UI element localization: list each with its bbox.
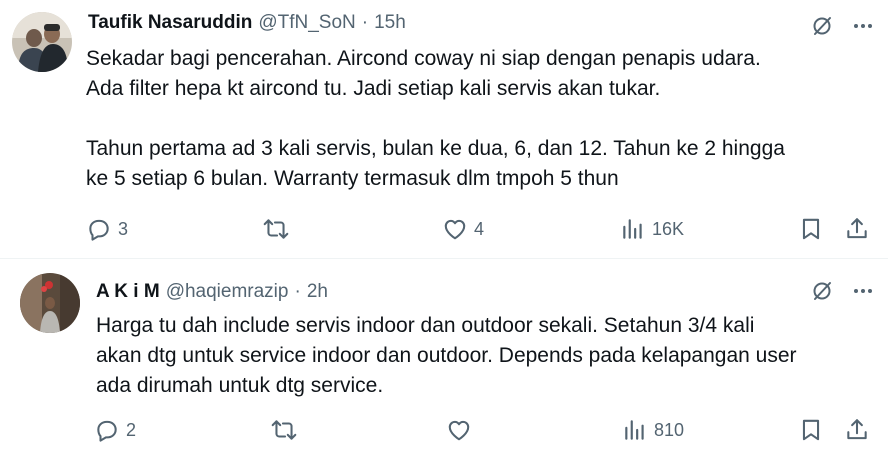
- bookmark-button[interactable]: [798, 216, 824, 242]
- user-handle[interactable]: @haqiemrazip: [166, 281, 289, 303]
- avatar[interactable]: [12, 12, 72, 72]
- reply-button[interactable]: 3: [86, 216, 128, 242]
- timestamp[interactable]: 15h: [374, 12, 406, 34]
- user-handle[interactable]: @TfN_SoN: [258, 12, 355, 34]
- display-name[interactable]: A K i M: [96, 281, 160, 303]
- bookmark-icon: [798, 417, 824, 443]
- tweet-text: Sekadar bagi pencerahan. Aircond coway n…: [86, 47, 785, 190]
- tweet-2[interactable]: A K i M @haqiemrazip · 2h Harga tu dah i…: [0, 259, 888, 454]
- like-icon: [442, 216, 468, 242]
- views-count: 16K: [652, 218, 685, 239]
- views-icon: [620, 216, 646, 242]
- views-button[interactable]: 810: [622, 417, 684, 443]
- more-icon[interactable]: [852, 15, 874, 37]
- like-count: 4: [474, 218, 485, 239]
- views-button[interactable]: 16K: [620, 216, 684, 242]
- like-icon: [446, 417, 472, 443]
- repost-icon: [270, 417, 298, 443]
- avatar[interactable]: [20, 273, 80, 333]
- reply-count: 2: [126, 419, 137, 440]
- like-button[interactable]: [446, 417, 478, 443]
- more-icon[interactable]: [852, 280, 874, 302]
- reply-button[interactable]: 2: [94, 417, 136, 443]
- tweet-header: A K i M @haqiemrazip · 2h: [96, 281, 328, 303]
- separator: ·: [294, 281, 301, 302]
- grok-icon[interactable]: [810, 279, 834, 303]
- tweet-top-actions: [810, 14, 874, 38]
- tweet-actions: 3 4 16K: [0, 216, 888, 246]
- tweet-top-actions: [810, 279, 874, 303]
- grok-icon[interactable]: [810, 14, 834, 38]
- tweet-text: Harga tu dah include servis indoor dan o…: [96, 314, 797, 397]
- views-count: 810: [654, 419, 685, 440]
- like-button[interactable]: 4: [442, 216, 484, 242]
- share-button[interactable]: [844, 216, 870, 242]
- share-icon: [844, 216, 870, 242]
- repost-icon: [262, 216, 290, 242]
- tweet-header: Taufik Nasaruddin @TfN_SoN · 15h: [88, 12, 406, 34]
- share-button[interactable]: [844, 417, 870, 443]
- timestamp[interactable]: 2h: [307, 281, 328, 303]
- reply-count: 3: [118, 218, 129, 239]
- share-icon: [844, 417, 870, 443]
- display-name[interactable]: Taufik Nasaruddin: [88, 12, 252, 34]
- views-icon: [622, 417, 648, 443]
- bookmark-icon: [798, 216, 824, 242]
- reply-icon: [86, 216, 112, 242]
- repost-button[interactable]: [270, 417, 304, 443]
- tweet-1[interactable]: Taufik Nasaruddin @TfN_SoN · 15h Sekadar…: [0, 0, 888, 258]
- bookmark-button[interactable]: [798, 417, 824, 443]
- repost-button[interactable]: [262, 216, 296, 242]
- tweet-actions: 2 810: [0, 417, 888, 447]
- separator: ·: [361, 12, 369, 33]
- reply-icon: [94, 417, 120, 443]
